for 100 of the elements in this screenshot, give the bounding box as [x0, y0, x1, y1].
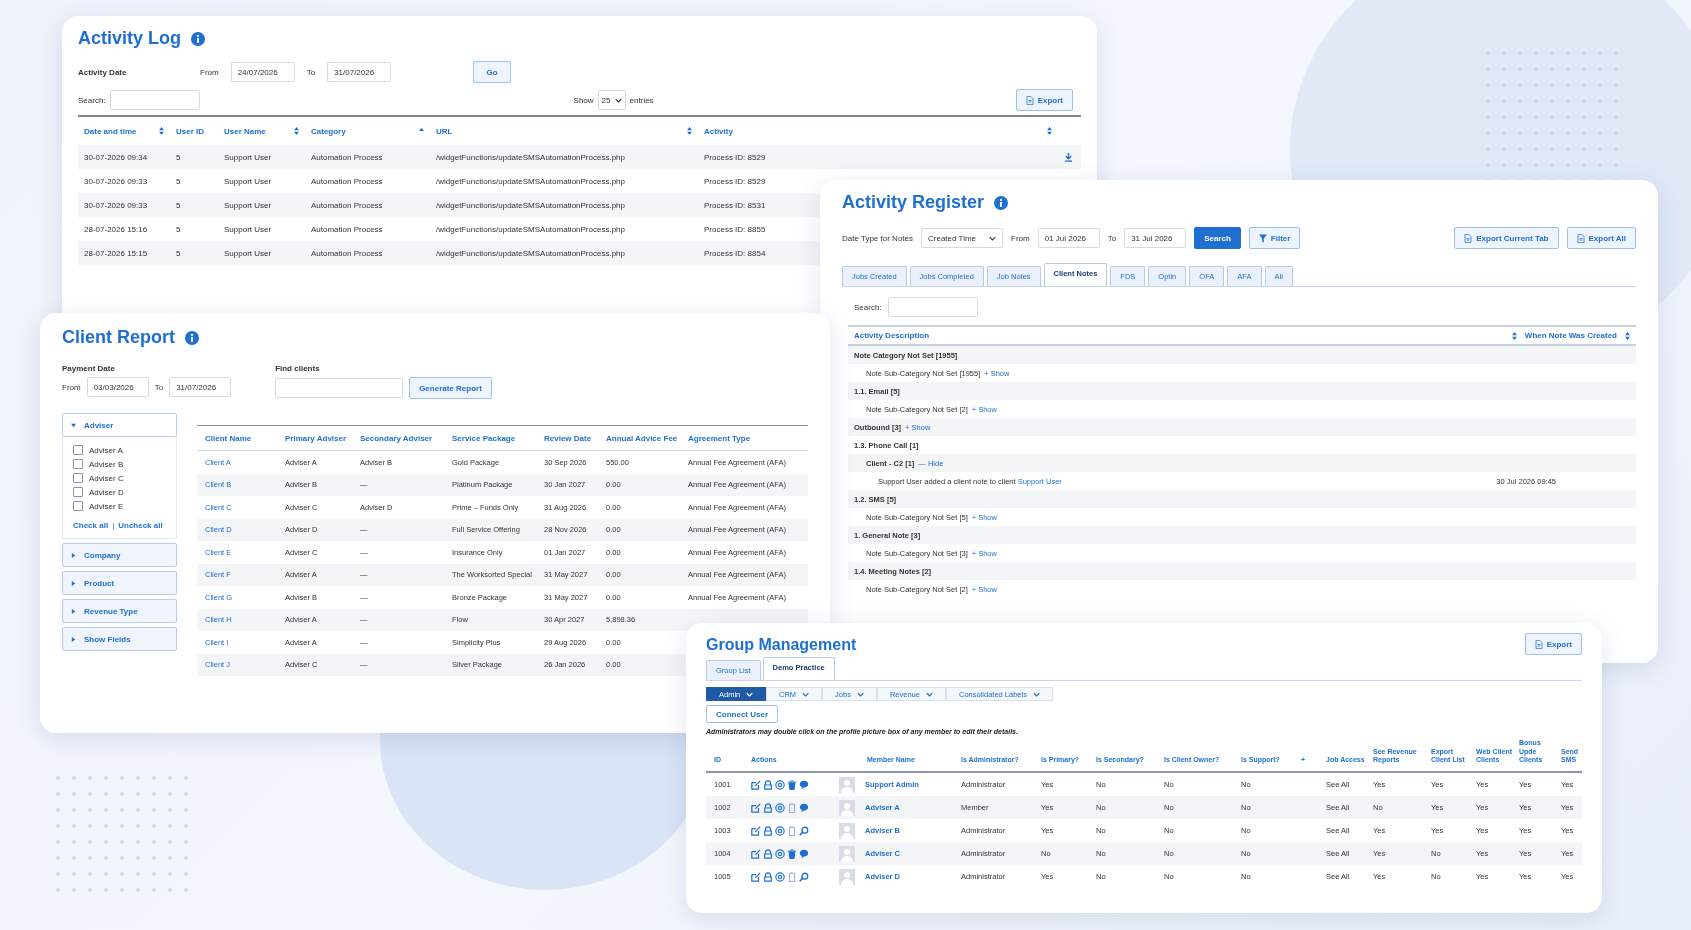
caret-right-icon [71, 608, 76, 614]
lock-icon[interactable] [763, 825, 773, 836]
checkbox[interactable] [73, 445, 83, 455]
filter-group-header[interactable]: Show Fields [62, 627, 177, 651]
table-cell: Support User [224, 152, 272, 162]
column-header[interactable]: Primary Adviser [285, 433, 360, 443]
search-icon[interactable] [799, 871, 809, 882]
entries-select[interactable]: 25 [597, 90, 626, 110]
sort-icon[interactable] [1511, 331, 1517, 340]
table-cell: Process ID: 8529 [704, 152, 766, 162]
sort-icon[interactable] [294, 127, 299, 135]
filter-group-header[interactable]: Company [62, 543, 177, 567]
sort-icon[interactable] [159, 127, 164, 135]
date-label: Activity Date [78, 67, 128, 77]
checkbox[interactable] [73, 487, 83, 497]
filter-button[interactable]: Filter [1248, 227, 1301, 249]
chat-bubble-icon[interactable] [799, 802, 809, 813]
search-icon[interactable] [799, 825, 809, 836]
chevron-down-icon [746, 691, 754, 697]
edit-icon[interactable] [751, 802, 761, 813]
find-clients-field[interactable] [275, 378, 404, 398]
document-icon [1464, 233, 1473, 243]
table-cell: Process ID: 8854 [704, 248, 766, 258]
filter-group-header[interactable]: Adviser [62, 413, 177, 437]
page-title: Group Management [706, 636, 857, 654]
column-header[interactable]: URL [436, 126, 453, 136]
column-header[interactable]: Secondary Adviser [360, 433, 452, 443]
lock-icon[interactable] [763, 871, 773, 882]
column-header[interactable]: Client Name [205, 433, 285, 443]
column-header[interactable]: When Note Was Created [1524, 331, 1617, 340]
column-header[interactable]: Category [311, 126, 346, 136]
info-icon[interactable] [185, 330, 199, 345]
sort-icon[interactable] [687, 127, 692, 135]
info-icon[interactable] [191, 31, 205, 46]
download-icon[interactable] [1064, 152, 1073, 162]
caret-right-icon [71, 580, 76, 586]
lock-icon[interactable] [763, 802, 773, 813]
to-date-field[interactable]: 31/07/2026 [169, 377, 232, 397]
table-cell: /widgetFunctions/updateSMSAutomationProcess.php [436, 248, 625, 258]
column-header[interactable]: Date and time [84, 126, 137, 136]
edit-icon[interactable] [751, 848, 761, 859]
column-header[interactable]: Activity Description [854, 331, 930, 340]
edit-icon[interactable] [751, 871, 761, 882]
filter-group-header[interactable]: Product [62, 571, 177, 595]
export-all-button[interactable]: Export All [1566, 227, 1636, 249]
table-cell: Support User [224, 176, 272, 186]
chat-bubble-icon[interactable] [799, 779, 809, 790]
table-cell: /widgetFunctions/updateSMSAutomationProcess.php [436, 176, 625, 186]
check-all-link[interactable]: Check all [73, 521, 109, 530]
lock-icon[interactable] [763, 848, 773, 859]
table-cell: 30-07-2026 09:33 [84, 200, 148, 210]
checkbox[interactable] [73, 501, 83, 511]
search-button[interactable]: Search [1194, 227, 1241, 249]
search-field[interactable] [887, 297, 978, 317]
checkbox[interactable] [73, 473, 83, 483]
clipboard-icon[interactable] [787, 825, 797, 836]
clipboard-icon[interactable] [787, 802, 797, 813]
table-cell: Support User [224, 224, 272, 234]
column-header[interactable]: Activity [704, 126, 733, 136]
column-header[interactable]: Review Date [544, 433, 606, 443]
sort-icon[interactable] [1047, 127, 1052, 135]
column-header[interactable]: Agreement Type [688, 433, 808, 443]
chevron-down-icon [1032, 691, 1040, 697]
checkbox[interactable] [73, 459, 83, 469]
table-cell: Automation Process [311, 200, 383, 210]
column-header[interactable]: Service Package [452, 433, 544, 443]
table-cell: 28-07-2026 15:16 [84, 224, 148, 234]
from-label: From [62, 382, 81, 392]
sort-icon[interactable] [1625, 331, 1630, 340]
clipboard-icon[interactable] [787, 871, 797, 882]
generate-report-button[interactable]: Generate Report [409, 377, 492, 399]
go-button[interactable]: Go [473, 61, 512, 83]
from-date-field[interactable]: 01 Jul 2026 [1037, 228, 1100, 248]
filter-group-header[interactable]: Revenue Type [62, 599, 177, 623]
document-icon [1025, 95, 1034, 105]
chat-bubble-icon[interactable] [799, 848, 809, 859]
to-label: To [154, 382, 164, 392]
table-cell: Automation Process [311, 152, 383, 162]
to-date-field[interactable]: 31/07/2026 [327, 62, 392, 82]
export-current-tab-button[interactable]: Export Current Tab [1454, 227, 1559, 249]
trash-icon[interactable] [787, 848, 797, 859]
column-header[interactable]: Annual Advice Fee [606, 433, 688, 443]
to-date-field[interactable]: 31 Jul 2026 [1124, 228, 1187, 248]
lock-icon[interactable] [763, 779, 773, 790]
export-button[interactable]: Export [1015, 89, 1073, 111]
info-icon[interactable] [994, 195, 1009, 210]
edit-icon[interactable] [751, 825, 761, 836]
edit-icon[interactable] [751, 779, 761, 790]
trash-icon[interactable] [787, 779, 797, 790]
connect-user-button[interactable]: Connect User [706, 705, 778, 723]
export-button[interactable]: Export [1524, 633, 1582, 655]
column-header[interactable]: User Name [224, 126, 266, 136]
uncheck-all-link[interactable]: Uncheck all [118, 521, 163, 530]
from-date-field[interactable]: 03/03/2026 [86, 377, 149, 397]
table-cell: /widgetFunctions/updateSMSAutomationProcess.php [436, 224, 625, 234]
table-cell: 28-07-2026 15:15 [84, 248, 148, 258]
column-header[interactable]: User ID [176, 126, 204, 136]
date-type-select[interactable]: Created Time [921, 228, 1003, 248]
search-field[interactable] [109, 90, 200, 110]
from-date-field[interactable]: 24/07/2026 [230, 62, 295, 82]
